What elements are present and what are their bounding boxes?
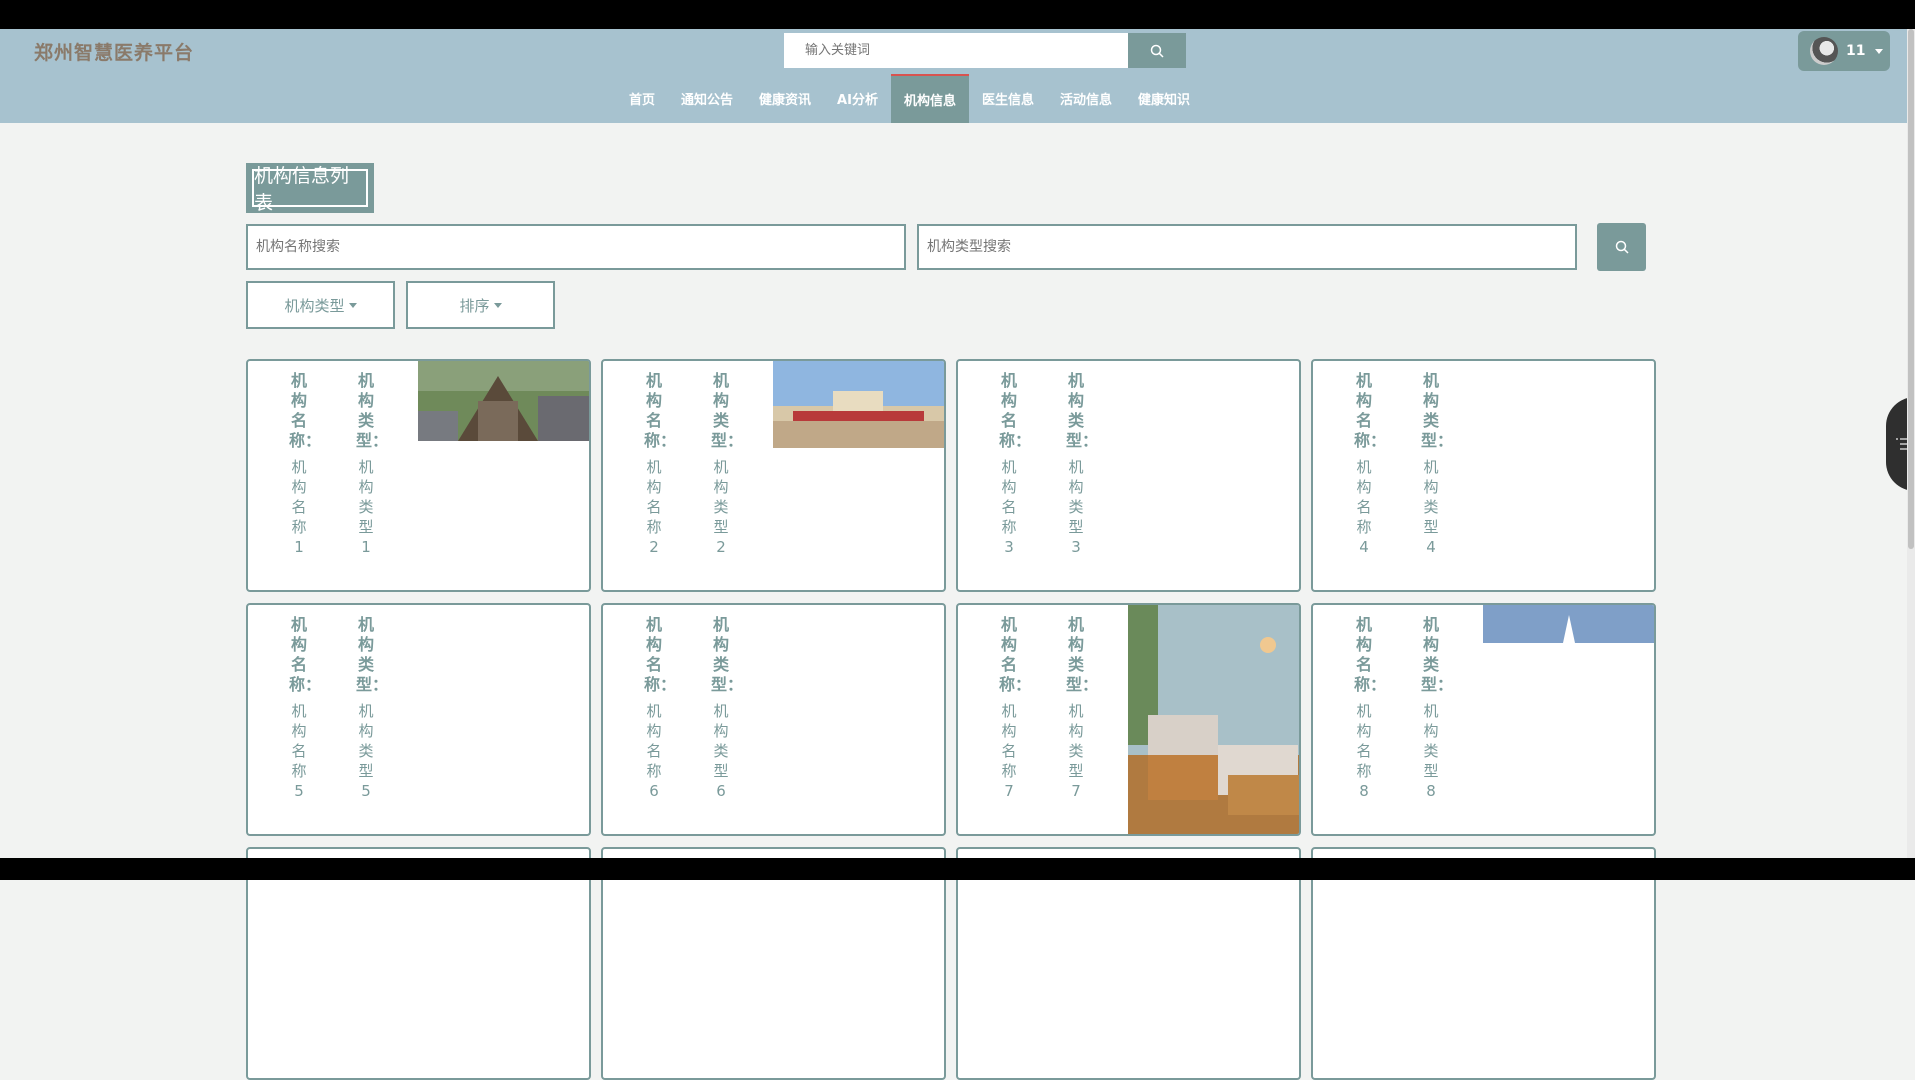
card-type: 机构类型8 (1423, 702, 1439, 800)
institution-type-dropdown-label: 机构类型 (284, 296, 345, 315)
nav-item-notices[interactable]: 通知公告 (668, 74, 746, 123)
nav-item-ai-analysis[interactable]: AI分析 (824, 74, 891, 123)
user-menu-button[interactable]: 11 (1798, 31, 1890, 71)
top-black-bar (0, 0, 1915, 29)
avatar (1810, 37, 1838, 65)
nav-item-health-news[interactable]: 健康资讯 (746, 74, 824, 123)
institution-card[interactable]: 机构名称： 机构名称8 机构类型： 机构类型8 (1311, 603, 1656, 836)
institution-image (773, 361, 944, 448)
card-type: 机构类型7 (1068, 702, 1084, 800)
card-type-label: 机构类型： (711, 615, 744, 694)
card-type-label: 机构类型： (711, 371, 744, 450)
card-type-label: 机构类型： (356, 615, 389, 694)
institution-card[interactable] (246, 847, 591, 1080)
page-title: 机构信息列表 (252, 165, 368, 214)
institution-card[interactable] (1311, 847, 1656, 1080)
card-type-label: 机构类型： (1421, 371, 1454, 450)
card-name: 机构名称4 (1356, 458, 1372, 556)
card-name-label: 机构名称： (289, 371, 322, 450)
institution-card[interactable]: 机构名称： 机构名称2 机构类型： 机构类型2 (601, 359, 946, 592)
card-type: 机构类型5 (358, 702, 374, 800)
header-search-input[interactable] (784, 33, 1128, 68)
institution-card[interactable]: 机构名称： 机构名称6 机构类型： 机构类型6 (601, 603, 946, 836)
card-name-label: 机构名称： (999, 615, 1032, 694)
bottom-black-bar (0, 858, 1915, 880)
main-nav: 首页 通知公告 健康资讯 AI分析 机构信息 医生信息 活动信息 健康知识 (616, 74, 1203, 123)
card-name-label: 机构名称： (644, 615, 677, 694)
card-type-label: 机构类型： (1066, 615, 1099, 694)
card-type: 机构类型3 (1068, 458, 1084, 556)
institution-card[interactable]: 机构名称： 机构名称7 机构类型： 机构类型7 (956, 603, 1301, 836)
header-search (784, 33, 1186, 68)
institution-card[interactable]: 机构名称： 机构名称5 机构类型： 机构类型5 (246, 603, 591, 836)
caret-down-icon (1875, 48, 1884, 54)
card-type: 机构类型6 (713, 702, 729, 800)
institution-card[interactable]: 机构名称： 机构名称1 机构类型： 机构类型1 (246, 359, 591, 592)
card-type-label: 机构类型： (1066, 371, 1099, 450)
filter-search-button[interactable] (1597, 223, 1646, 271)
card-type-label: 机构类型： (356, 371, 389, 450)
institution-card[interactable] (601, 847, 946, 1080)
institution-card[interactable]: 机构名称： 机构名称3 机构类型： 机构类型3 (956, 359, 1301, 592)
institution-image (1128, 605, 1299, 834)
scrollbar-thumb[interactable] (1908, 29, 1914, 549)
card-name: 机构名称3 (1001, 458, 1017, 556)
card-type-label: 机构类型： (1421, 615, 1454, 694)
card-name-label: 机构名称： (1354, 615, 1387, 694)
nav-item-doctors[interactable]: 医生信息 (969, 74, 1047, 123)
card-name: 机构名称5 (291, 702, 307, 800)
card-type: 机构类型1 (358, 458, 374, 556)
card-type: 机构类型4 (1423, 458, 1439, 556)
caret-down-icon (493, 302, 502, 308)
card-name-label: 机构名称： (644, 371, 677, 450)
card-name: 机构名称1 (291, 458, 307, 556)
card-name: 机构名称8 (1356, 702, 1372, 800)
caret-down-icon (348, 302, 357, 308)
nav-item-home[interactable]: 首页 (616, 74, 668, 123)
page-scrollbar[interactable] (1907, 29, 1915, 858)
sort-dropdown-label: 排序 (459, 296, 490, 315)
user-name: 11 (1846, 43, 1866, 59)
institution-image (1483, 605, 1654, 643)
sort-dropdown[interactable]: 排序 (406, 281, 555, 329)
institution-card[interactable]: 机构名称： 机构名称4 机构类型： 机构类型4 (1311, 359, 1656, 592)
card-name: 机构名称6 (646, 702, 662, 800)
header: 郑州智慧医养平台 11 首页 通知公告 健康资讯 AI分析 机构信息 医生信息 … (0, 29, 1907, 123)
search-icon (1615, 240, 1629, 254)
site-logo[interactable]: 郑州智慧医养平台 (34, 38, 194, 65)
nav-item-activities[interactable]: 活动信息 (1047, 74, 1125, 123)
card-name-label: 机构名称： (999, 371, 1032, 450)
header-search-button[interactable] (1128, 33, 1186, 68)
page-title-box: 机构信息列表 (246, 163, 374, 214)
card-name-label: 机构名称： (289, 615, 322, 694)
institution-image (418, 361, 589, 441)
institution-type-search-input[interactable] (917, 224, 1577, 270)
card-name-label: 机构名称： (1354, 371, 1387, 450)
institution-name-search-input[interactable] (246, 224, 906, 270)
card-name: 机构名称7 (1001, 702, 1017, 800)
card-name: 机构名称2 (646, 458, 662, 556)
search-icon (1150, 44, 1164, 58)
institution-type-dropdown[interactable]: 机构类型 (246, 281, 395, 329)
nav-item-institutions[interactable]: 机构信息 (890, 74, 969, 123)
card-type: 机构类型2 (713, 458, 729, 556)
nav-item-health-knowledge[interactable]: 健康知识 (1125, 74, 1203, 123)
institution-card[interactable] (956, 847, 1301, 1080)
